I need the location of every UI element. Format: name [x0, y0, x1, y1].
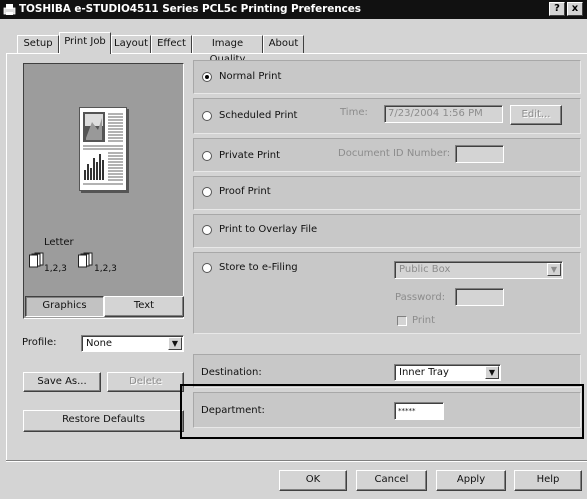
ok-button[interactable]: OK: [279, 470, 347, 491]
tab-about[interactable]: About: [263, 35, 304, 53]
profile-label: Profile:: [22, 337, 57, 348]
graphics-button[interactable]: Graphics: [25, 296, 104, 317]
help-button[interactable]: ?: [549, 2, 565, 16]
time-field[interactable]: 7/23/2004 1:56 PM: [384, 105, 503, 123]
normal-print-radio[interactable]: [202, 72, 212, 82]
footer-separator: [6, 460, 587, 462]
tab-setup[interactable]: Setup: [17, 35, 59, 53]
destination-select[interactable]: Inner Tray ▼: [394, 364, 501, 381]
print-checkbox[interactable]: [397, 316, 407, 326]
overlay-label[interactable]: Print to Overlay File: [219, 224, 317, 235]
scheduled-print-radio[interactable]: [202, 111, 212, 121]
paper-size-label: Letter: [44, 237, 74, 248]
highlight-box: [180, 384, 584, 439]
scheduled-print-label[interactable]: Scheduled Print: [219, 110, 297, 121]
title-bar: TOSHIBA e-STUDIO4511 Series PCL5c Printi…: [0, 0, 587, 19]
document-preview-image: [79, 107, 127, 191]
time-label: Time:: [340, 107, 368, 118]
window-title: TOSHIBA e-STUDIO4511 Series PCL5c Printi…: [19, 3, 361, 15]
document-thumbnail-icon: [83, 112, 123, 185]
tab-layout[interactable]: Layout: [111, 35, 151, 53]
stack-icon: [78, 252, 93, 268]
profile-value: None: [86, 338, 113, 349]
private-print-label[interactable]: Private Print: [219, 150, 280, 161]
password-field[interactable]: [455, 288, 504, 306]
dropdown-arrow-icon[interactable]: ▼: [168, 337, 182, 350]
destination-value: Inner Tray: [399, 367, 449, 378]
delete-button[interactable]: Delete: [107, 372, 184, 392]
private-print-radio[interactable]: [202, 151, 212, 161]
efiling-radio[interactable]: [202, 263, 212, 273]
printer-icon: [3, 4, 16, 15]
tab-effect[interactable]: Effect: [151, 35, 192, 53]
proof-print-radio[interactable]: [202, 187, 212, 197]
password-label: Password:: [395, 292, 446, 303]
collate-label-2: 1,2,3: [94, 264, 117, 274]
document-id-field[interactable]: [455, 145, 504, 163]
document-id-label: Document ID Number:: [338, 148, 451, 159]
stack-icon: [29, 252, 44, 268]
edit-button[interactable]: Edit...: [510, 105, 562, 125]
proof-print-label[interactable]: Proof Print: [219, 186, 271, 197]
normal-print-label[interactable]: Normal Print: [219, 71, 281, 82]
close-button[interactable]: x: [567, 2, 583, 16]
tab-print-job[interactable]: Print Job: [59, 32, 111, 54]
restore-defaults-button[interactable]: Restore Defaults: [23, 410, 184, 432]
dropdown-arrow-icon[interactable]: ▼: [485, 366, 499, 379]
destination-label: Destination:: [201, 367, 262, 378]
help-footer-button[interactable]: Help: [514, 470, 582, 491]
tab-image-quality[interactable]: Image Quality: [192, 35, 263, 65]
apply-button[interactable]: Apply: [436, 470, 506, 491]
text-button[interactable]: Text: [104, 296, 184, 317]
cancel-button[interactable]: Cancel: [356, 470, 427, 491]
efiling-label[interactable]: Store to e-Filing: [219, 262, 298, 273]
overlay-radio[interactable]: [202, 225, 212, 235]
profile-select[interactable]: None ▼: [81, 335, 184, 352]
save-as-button[interactable]: Save As...: [23, 372, 101, 392]
box-value: Public Box: [399, 264, 451, 275]
dropdown-arrow-icon[interactable]: ▼: [547, 263, 561, 276]
print-checkbox-label[interactable]: Print: [412, 315, 435, 326]
collate-label-1: 1,2,3: [44, 264, 67, 274]
box-select[interactable]: Public Box ▼: [394, 261, 563, 279]
